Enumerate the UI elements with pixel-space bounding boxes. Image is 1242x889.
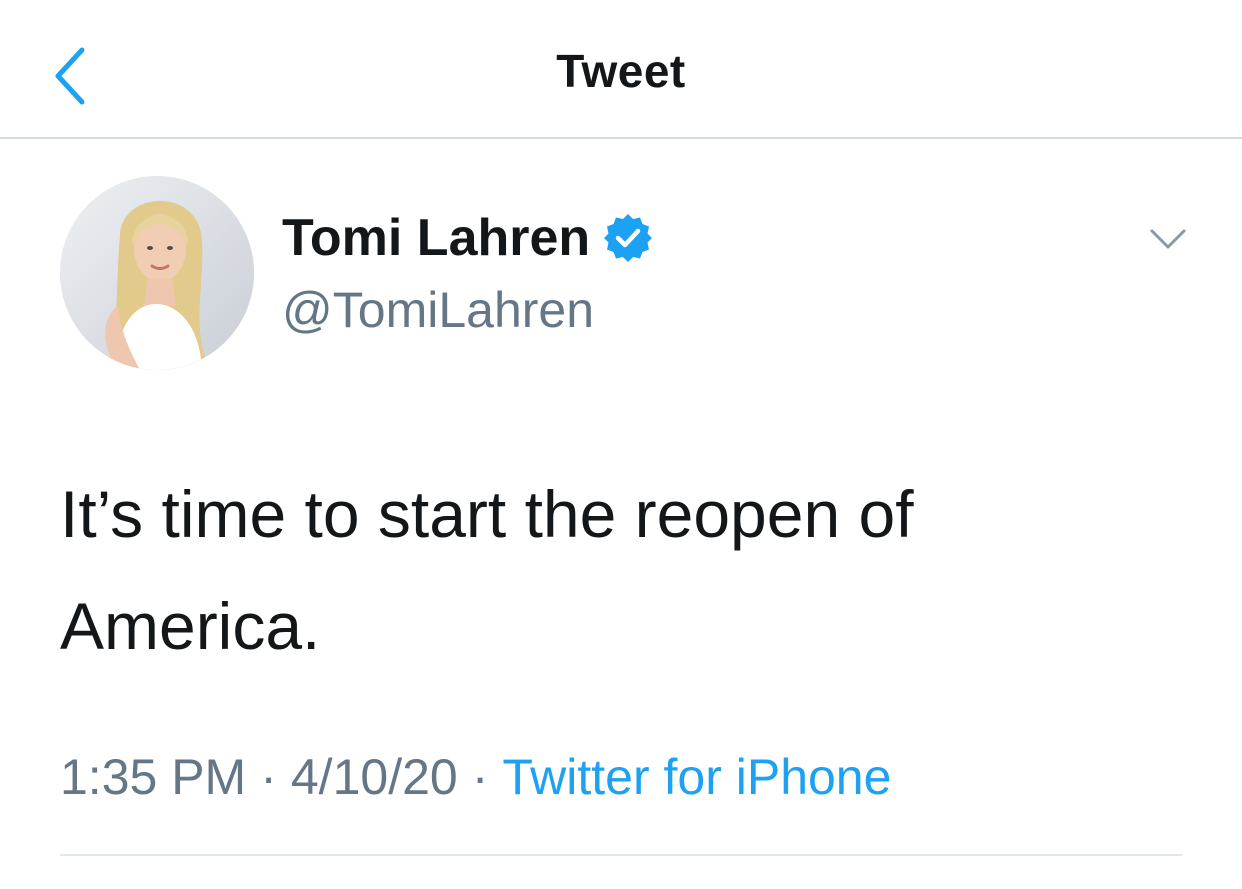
tweet-text: It’s time to start the reopen of America… (60, 477, 914, 663)
divider (60, 854, 1182, 856)
tweet-time: 1:35 PM (60, 749, 247, 805)
author-display-name[interactable]: Tomi Lahren (282, 205, 590, 271)
tweet-date: 4/10/20 (290, 749, 458, 805)
meta-separator: · (471, 749, 489, 805)
profile-photo (60, 176, 254, 370)
tweet-meta: 1:35 PM · 4/10/20 · Twitter for iPhone (60, 742, 891, 812)
more-options-button[interactable] (1146, 222, 1190, 256)
chevron-down-icon (1150, 229, 1186, 249)
avatar[interactable] (60, 176, 254, 370)
tweet-source-link[interactable]: Twitter for iPhone (502, 749, 891, 805)
meta-separator: · (260, 749, 277, 805)
verified-badge-icon (602, 212, 654, 264)
page-title: Tweet (556, 45, 686, 97)
author-name-row[interactable]: Tomi Lahren (282, 205, 654, 271)
navigation-bar: Tweet (0, 0, 1242, 139)
author-username[interactable]: @TomiLahren (282, 280, 594, 340)
